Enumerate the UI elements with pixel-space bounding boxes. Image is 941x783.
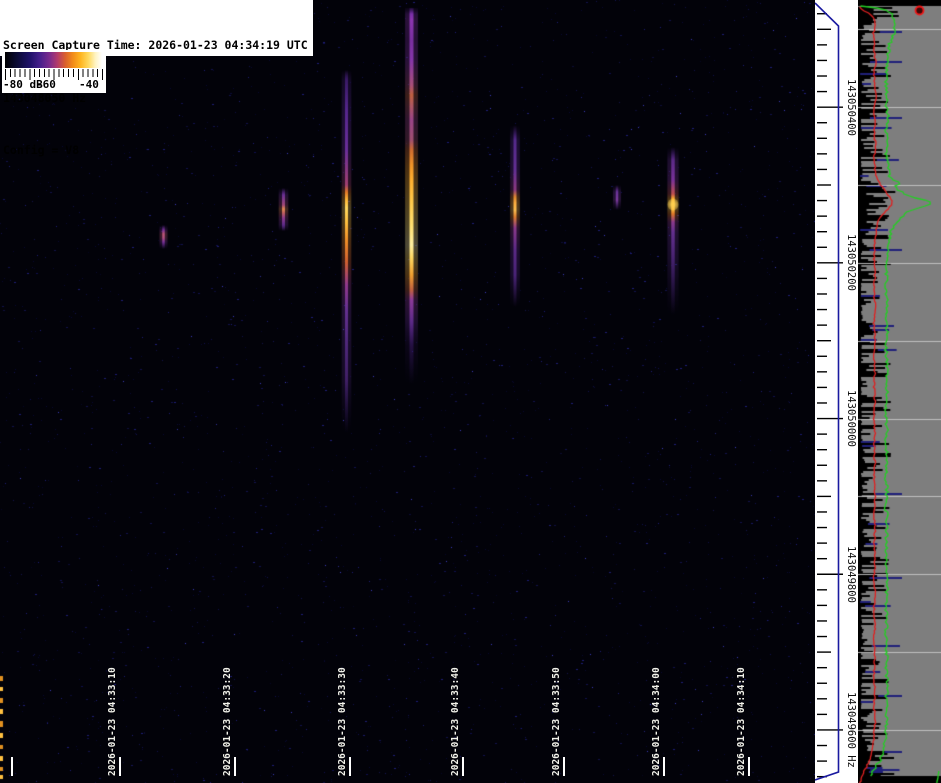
scale-label-40db: -40 bbox=[79, 78, 99, 91]
scale-label-60db: -60 bbox=[36, 78, 56, 91]
color-scale-legend: -80 dB -60 -40 bbox=[2, 50, 106, 93]
time-axis-label: 2026-01-23 04:34:10 bbox=[736, 667, 747, 776]
time-axis-tick bbox=[349, 757, 351, 776]
time-axis-tick bbox=[119, 757, 121, 776]
freq-axis-label: 143049600 Hz bbox=[845, 692, 857, 768]
freq-range-bracket bbox=[814, 2, 840, 781]
freq-axis-label: 143050000 bbox=[845, 390, 857, 448]
time-axis-label: 2026-01-23 04:34:00 bbox=[651, 667, 662, 776]
time-axis-tick bbox=[234, 757, 236, 776]
time-axis-tick bbox=[11, 757, 13, 776]
freq-axis-label: 143050400 bbox=[845, 78, 857, 136]
spectrum-lab-screen: Screen Capture Time: 2026-01-23 04:34:19… bbox=[0, 0, 941, 783]
color-scale-gradient bbox=[5, 52, 102, 68]
time-axis-tick bbox=[663, 757, 665, 776]
config-text: Config = V8 bbox=[3, 143, 80, 157]
time-axis-tick bbox=[462, 757, 464, 776]
time-axis-tick bbox=[563, 757, 565, 776]
time-axis-label: 2026-01-23 04:33:30 bbox=[337, 667, 348, 776]
time-axis-tick bbox=[748, 757, 750, 776]
time-axis-label: 2026-01-23 04:33:10 bbox=[107, 667, 118, 776]
capture-info-box: Screen Capture Time: 2026-01-23 04:34:19… bbox=[0, 0, 313, 157]
time-axis-label: 2026-01-23 04:33:50 bbox=[551, 667, 562, 776]
time-axis-label: 2026-01-23 04:33:40 bbox=[450, 667, 461, 776]
freq-axis-label: 143049800 bbox=[845, 545, 857, 603]
freq-axis-label: 143050200 bbox=[845, 234, 857, 292]
amplitude-spectrum-panel bbox=[858, 0, 941, 783]
time-axis-label: 2026-01-23 04:33:20 bbox=[222, 667, 233, 776]
